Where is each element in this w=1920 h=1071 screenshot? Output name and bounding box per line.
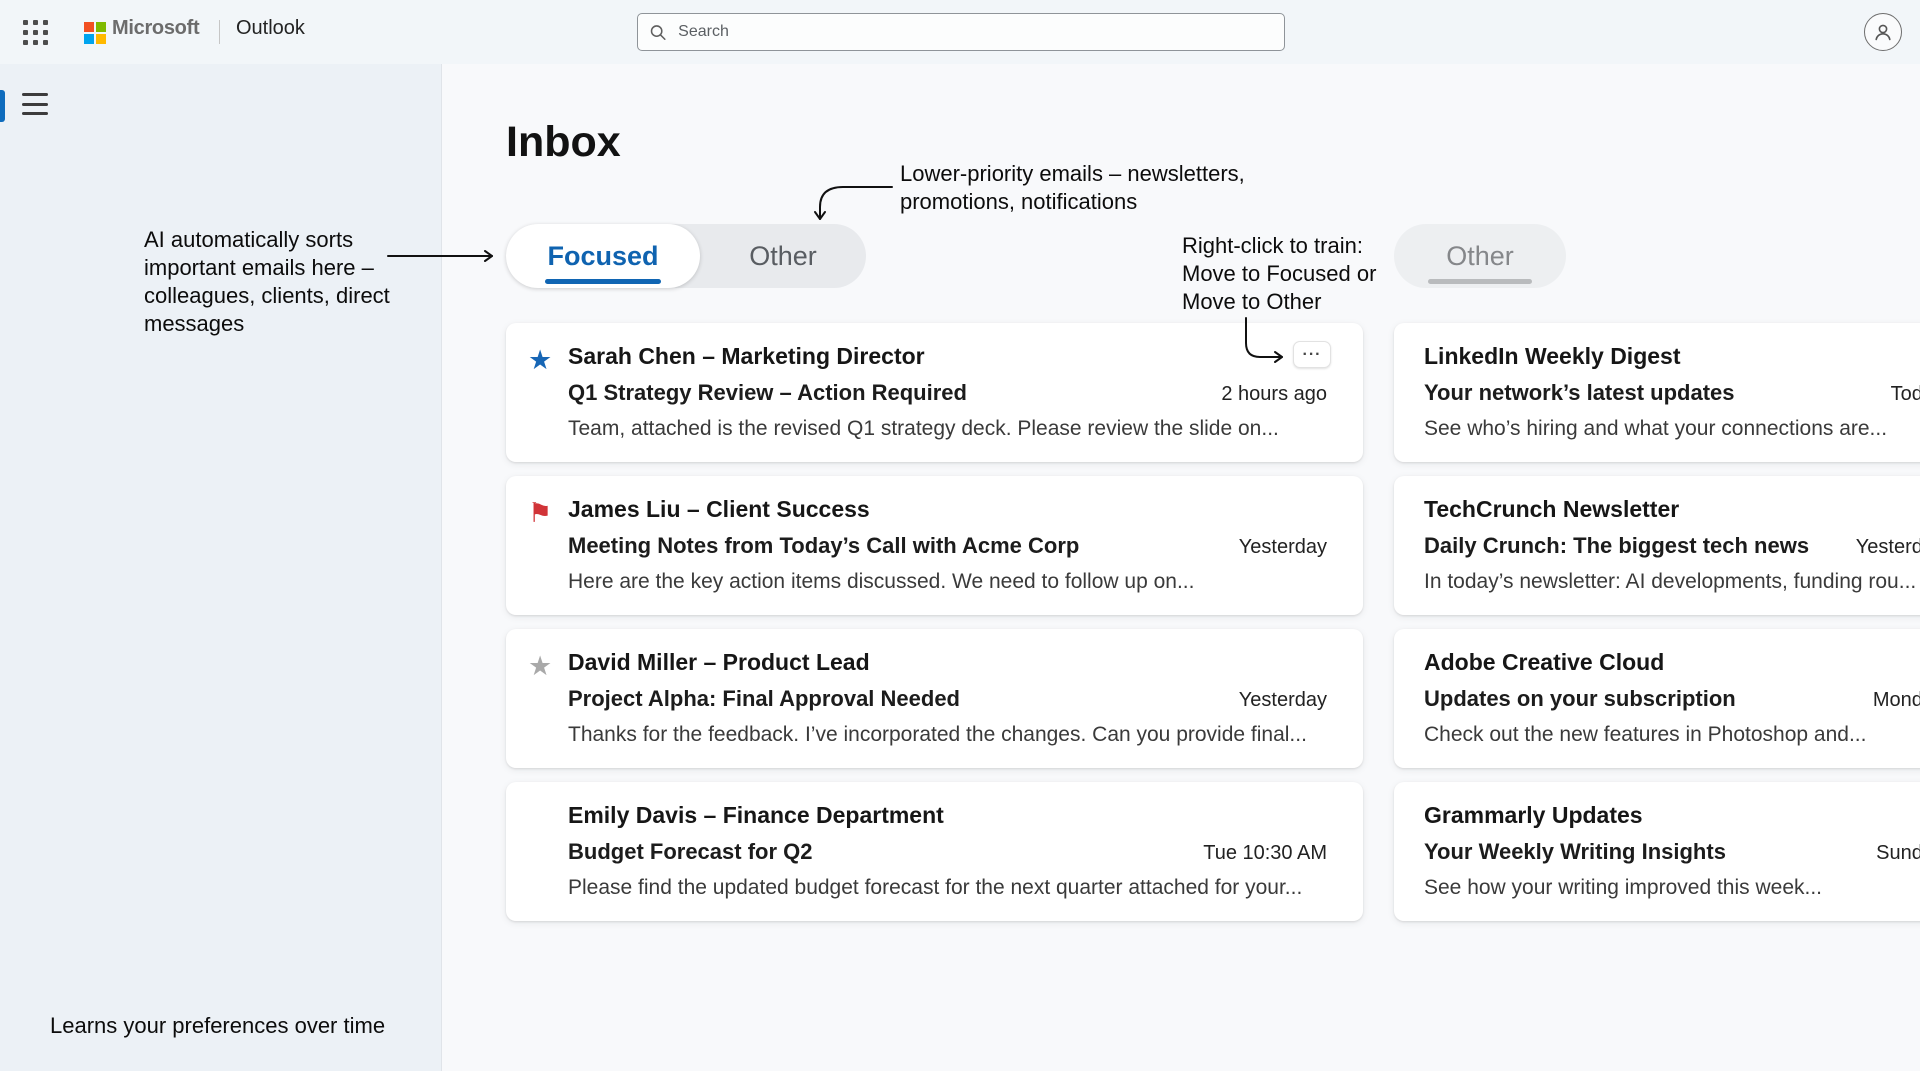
email-time: Today [1891,383,1920,406]
other-email-item[interactable]: Adobe Creative Cloud Updates on your sub… [1394,629,1920,768]
email-preview: Here are the key action items discussed.… [568,570,1194,594]
focused-email-item[interactable]: ★ Sarah Chen – Marketing Director Q1 Str… [506,323,1363,462]
inbox-tabs: Focused Other [506,224,866,288]
email-sender: Grammarly Updates [1424,802,1643,829]
outlook-window: Microsoft Outlook AI automatically sorts… [0,0,1920,1071]
email-sender: Sarah Chen – Marketing Director [568,343,925,370]
annotation-focused-explainer: AI automatically sorts important emails … [144,226,404,338]
email-subject: Your Weekly Writing Insights [1424,839,1726,865]
email-subject: Budget Forecast for Q2 [568,839,812,865]
email-subject: Your network’s latest updates [1424,380,1735,406]
email-preview: Please find the updated budget forecast … [568,876,1302,900]
email-time: Sunday [1876,842,1920,865]
hamburger-menu-button[interactable] [22,93,48,115]
account-button[interactable] [1864,13,1902,51]
email-preview: See who’s hiring and what your connectio… [1424,417,1887,441]
active-rail-indicator [0,90,5,122]
email-time: Tue 10:30 AM [1203,842,1327,865]
tab-focused-underline [545,279,661,284]
tab-focused-label: Focused [547,241,658,272]
topbar-divider [219,20,220,44]
email-sender: James Liu – Client Success [568,496,870,523]
tab-other-column-label: Other [1446,241,1514,272]
search-box[interactable] [637,13,1285,51]
search-icon [650,24,666,41]
email-preview: See how your writing improved this week.… [1424,876,1822,900]
email-subject: Project Alpha: Final Approval Needed [568,686,960,712]
microsoft-wordmark: Microsoft [112,17,199,40]
email-preview: Team, attached is the revised Q1 strateg… [568,417,1279,441]
tab-other[interactable]: Other [700,224,866,288]
sidebar [0,64,442,1071]
microsoft-logo-icon [84,22,106,44]
email-subject: Meeting Notes from Today’s Call with Acm… [568,533,1079,559]
email-time: 2 hours ago [1221,383,1327,406]
email-time: Yesterday [1239,689,1327,712]
email-preview: In today’s newsletter: AI developments, … [1424,570,1916,594]
star-icon: ★ [528,347,552,374]
focused-email-item[interactable]: ★ David Miller – Product Lead Project Al… [506,629,1363,768]
product-name: Outlook [236,17,305,40]
person-icon [1872,21,1894,43]
focused-email-item[interactable]: ⚑ James Liu – Client Success Meeting Not… [506,476,1363,615]
other-email-item[interactable]: Grammarly Updates Your Weekly Writing In… [1394,782,1920,921]
tab-other-label: Other [749,241,817,272]
email-time: Yesterday [1856,536,1920,559]
app-launcher-button[interactable] [18,15,52,49]
more-options-button[interactable]: ··· [1293,341,1331,368]
tab-other-column-underline [1428,279,1532,284]
topbar: Microsoft Outlook [0,0,1920,64]
flag-icon: ⚑ [528,500,552,527]
email-sender: LinkedIn Weekly Digest [1424,343,1680,370]
other-email-item[interactable]: LinkedIn Weekly Digest Your network’s la… [1394,323,1920,462]
email-sender: Adobe Creative Cloud [1424,649,1664,676]
page-title: Inbox [506,118,621,167]
tab-focused[interactable]: Focused [506,224,700,288]
annotation-train-explainer: Right-click to train: Move to Focused or… [1182,232,1402,316]
search-input[interactable] [676,22,1272,42]
email-time: Monday [1873,689,1920,712]
email-subject: Daily Crunch: The biggest tech news [1424,533,1809,559]
other-email-item[interactable]: TechCrunch Newsletter Daily Crunch: The … [1394,476,1920,615]
email-subject: Q1 Strategy Review – Action Required [568,380,967,406]
annotation-other-explainer: Lower-priority emails – newsletters, pro… [900,160,1280,216]
email-sender: Emily Davis – Finance Department [568,802,944,829]
email-sender: TechCrunch Newsletter [1424,496,1679,523]
email-preview: Check out the new features in Photoshop … [1424,723,1866,747]
email-sender: David Miller – Product Lead [568,649,870,676]
star-icon: ★ [528,653,552,680]
tab-other-column[interactable]: Other [1394,224,1566,288]
email-preview: Thanks for the feedback. I’ve incorporat… [568,723,1307,747]
annotation-learns-explainer: Learns your preferences over time [50,1012,385,1040]
focused-email-item[interactable]: Emily Davis – Finance Department Budget … [506,782,1363,921]
email-subject: Updates on your subscription [1424,686,1736,712]
email-time: Yesterday [1239,536,1327,559]
